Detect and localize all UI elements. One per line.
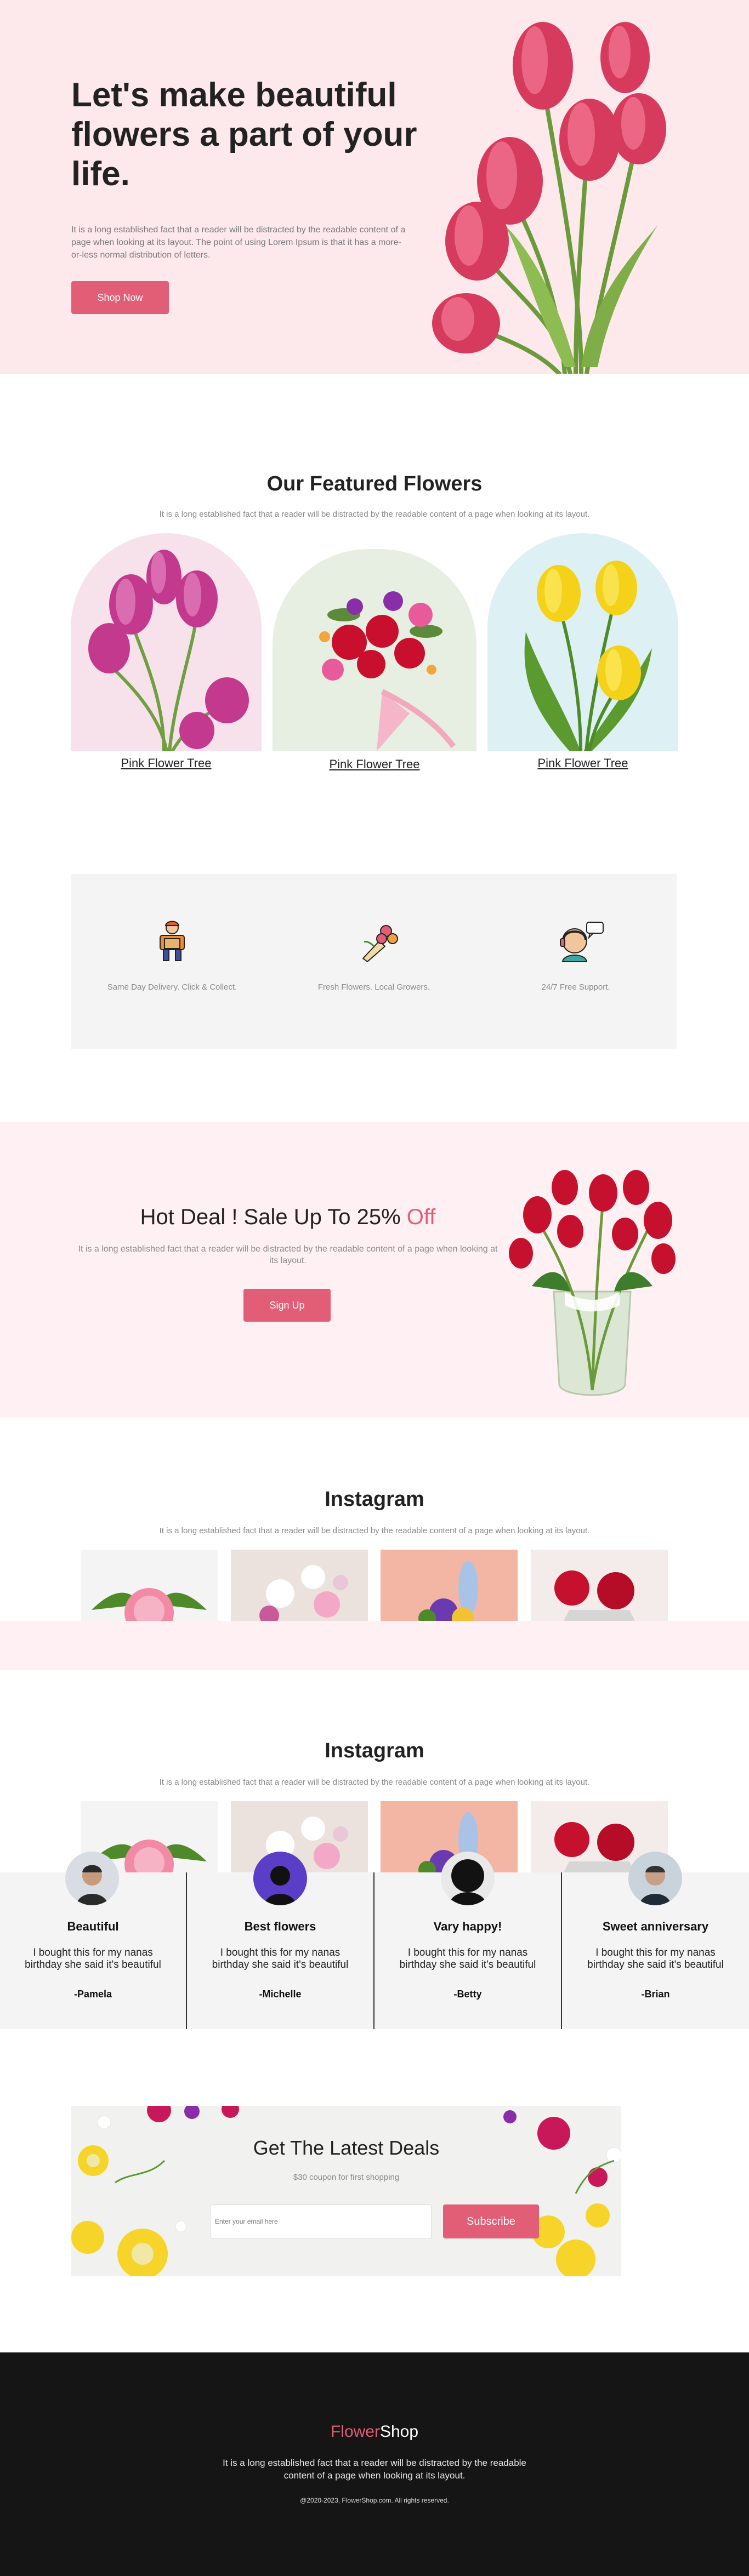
testimonial-card-3: Vary happy! I bought this for my nanas b… <box>374 1852 562 2029</box>
deal-title-main: Hot Deal ! Sale Up To 25% <box>140 1205 401 1229</box>
instagram-1-photo-4[interactable] <box>531 1550 668 1621</box>
featured-card-2-label[interactable]: Pink Flower Tree <box>279 757 470 772</box>
featured-card-2[interactable] <box>273 549 476 751</box>
feature-fresh: Fresh Flowers. Local Growers. <box>273 874 475 1049</box>
featured-card-3[interactable] <box>487 533 678 751</box>
testimonial-card-2: Best flowers I bought this for my nanas … <box>187 1852 374 2029</box>
sign-up-button[interactable]: Sign Up <box>243 1289 331 1322</box>
testimonial-card-1: Beautiful I bought this for my nanas bir… <box>0 1852 187 2029</box>
testimonial-card-4: Sweet anniversary I bought this for my n… <box>562 1852 749 2029</box>
newsletter-section: Get The Latest Deals $30 coupon for firs… <box>71 2106 621 2276</box>
flower-bouquet-icon <box>362 925 398 963</box>
deal-description: It is a long established fact that a rea… <box>78 1244 498 1265</box>
white-lily-photo <box>259 1565 348 1621</box>
newsletter-title: Get The Latest Deals <box>253 2137 440 2159</box>
hot-deal-section: Hot Deal ! Sale Up To 25% Off It is a lo… <box>0 1122 749 1418</box>
instagram-1-subtitle: It is a long established fact that a rea… <box>159 1526 590 1535</box>
tulip-vase-image <box>509 1170 676 1396</box>
email-input[interactable] <box>210 2204 432 2238</box>
pink-rose-photo <box>92 1588 207 1621</box>
delivery-person-icon <box>160 921 185 961</box>
footer-description: It is a long established fact that a rea… <box>223 2458 526 2481</box>
deal-title: Hot Deal ! Sale Up To 25% Off <box>77 1205 499 1230</box>
testimonial-name: -Pamela <box>73 1989 112 2000</box>
instagram-2-title: Instagram <box>325 1739 424 1762</box>
testimonial-title: Beautiful <box>67 1920 119 1933</box>
subscribe-button[interactable]: Subscribe <box>443 2204 539 2238</box>
featured-card-3-label[interactable]: Pink Flower Tree <box>487 756 678 770</box>
avatar <box>628 1852 682 1905</box>
feature-support: 24/7 Free Support. <box>475 874 677 1049</box>
footer-brand-accent: Flower <box>330 2423 380 2441</box>
deal-title-accent: Off <box>406 1205 436 1229</box>
featured-subtitle: It is a long established fact that a rea… <box>159 510 590 519</box>
featured-card-1[interactable] <box>71 533 262 751</box>
red-bouquet-image <box>319 591 456 751</box>
hyacinth-photo <box>418 1561 478 1621</box>
feature-fresh-label: Fresh Flowers. Local Growers. <box>317 983 430 992</box>
avatar <box>441 1852 495 1905</box>
red-roses-photo <box>554 1570 635 1621</box>
instagram-2-subtitle: It is a long established fact that a rea… <box>159 1778 590 1787</box>
flower-border-image <box>71 2106 621 2276</box>
feature-delivery: Same Day Delivery. Click & Collect. <box>71 874 273 1049</box>
feature-support-label: 24/7 Free Support. <box>541 983 610 992</box>
instagram-1-band <box>0 1621 749 1670</box>
avatar <box>253 1852 307 1905</box>
footer-copyright: @2020-2023, FlowerShop.com. All rights r… <box>300 2497 449 2504</box>
testimonial-title: Sweet anniversary <box>602 1920 709 1933</box>
hero-section: Let's make beautiful flowers a part of y… <box>0 0 749 374</box>
instagram-1-photo-1[interactable] <box>81 1550 218 1621</box>
featured-title: Our Featured Flowers <box>266 472 483 495</box>
footer: FlowerShop It is a long established fact… <box>0 2352 749 2576</box>
hero-description: It is a long established fact that a rea… <box>71 225 406 260</box>
testimonial-name: -Betty <box>453 1989 482 2000</box>
testimonial-title: Vary happy! <box>433 1920 502 1933</box>
instagram-1-photo-3[interactable] <box>381 1550 518 1621</box>
featured-card-1-label[interactable]: Pink Flower Tree <box>71 756 262 770</box>
features-box: Same Day Delivery. Click & Collect. Fres… <box>71 874 677 1049</box>
testimonial-body: I bought this for my nanas birthday she … <box>25 1947 161 1970</box>
hero-title: Let's make beautiful flowers a part of y… <box>71 76 417 193</box>
shop-now-button[interactable]: Shop Now <box>71 281 169 314</box>
testimonial-name: -Brian <box>641 1989 670 2000</box>
avatar <box>65 1852 119 1905</box>
testimonial-title: Best flowers <box>244 1920 316 1933</box>
support-agent-icon <box>560 922 604 962</box>
tulip-bouquet-image <box>432 22 666 374</box>
yellow-tulips-image <box>524 561 652 751</box>
testimonials-section: Beautiful I bought this for my nanas bir… <box>0 1852 749 2029</box>
feature-delivery-label: Same Day Delivery. Click & Collect. <box>107 983 237 992</box>
testimonial-body: I bought this for my nanas birthday she … <box>399 1947 536 1970</box>
testimonial-body: I bought this for my nanas birthday she … <box>212 1947 349 1970</box>
instagram-1-photo-2[interactable] <box>231 1550 368 1621</box>
testimonial-body: I bought this for my nanas birthday she … <box>587 1947 724 1970</box>
footer-brand-main: Shop <box>379 2423 419 2441</box>
footer-brand-logo[interactable]: FlowerShop <box>0 2423 749 2441</box>
newsletter-subtitle: $30 coupon for first shopping <box>293 2173 400 2182</box>
testimonial-name: -Michelle <box>259 1989 302 2000</box>
pink-tulips-image <box>88 550 249 751</box>
instagram-1-title: Instagram <box>325 1488 424 1511</box>
